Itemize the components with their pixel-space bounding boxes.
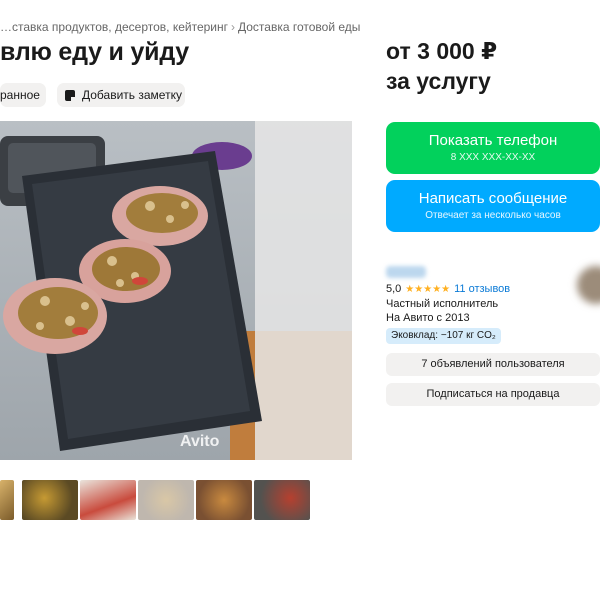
write-message-label: Написать сообщение — [418, 190, 568, 207]
avito-watermark: Avito — [180, 433, 220, 450]
favorite-button[interactable]: ранное — [0, 83, 46, 107]
thumbnail[interactable] — [80, 480, 136, 520]
response-time: Отвечает за несколько часов — [425, 210, 561, 221]
phone-mask: 8 XXX XXX-XX-XX — [450, 152, 536, 163]
add-note-label: Добавить заметку — [82, 88, 182, 102]
price-block: от 3 000 ₽ за услугу — [386, 36, 497, 96]
seller-name-blurred[interactable] — [386, 266, 426, 278]
thumbnail-strip — [0, 480, 312, 520]
add-note-button[interactable]: Добавить заметку — [57, 83, 185, 107]
subscribe-seller-button[interactable]: Подписаться на продавца — [386, 383, 600, 406]
seller-rating: 5,0 ★★★★★ 11 отзывов — [386, 283, 510, 295]
thumbnail[interactable] — [138, 480, 194, 520]
breadcrumb-separator: › — [231, 20, 235, 34]
page-title: влю еду и уйду — [0, 38, 190, 66]
price-unit: за услугу — [386, 68, 491, 94]
breadcrumb-item-catering[interactable]: …ставка продуктов, десертов, кейтеринг — [0, 20, 228, 34]
thumbnail[interactable] — [254, 480, 310, 520]
favorite-label: ранное — [0, 88, 40, 102]
price-value: от 3 000 ₽ — [386, 38, 498, 64]
rating-stars-icon: ★★★★★ — [405, 283, 451, 295]
show-phone-label: Показать телефон — [428, 132, 558, 149]
write-message-button[interactable]: Написать сообщение Отвечает за несколько… — [386, 180, 600, 232]
note-icon — [65, 89, 75, 101]
breadcrumb-item-ready-food[interactable]: Доставка готовой еды — [238, 20, 360, 34]
seller-type: Частный исполнитель — [386, 298, 499, 310]
show-phone-button[interactable]: Показать телефон 8 XXX XXX-XX-XX — [386, 122, 600, 174]
main-photo[interactable]: Avito — [0, 121, 352, 460]
reviews-link[interactable]: 11 отзывов — [454, 283, 510, 295]
thumbnail[interactable] — [22, 480, 78, 520]
avatar[interactable] — [577, 266, 600, 304]
breadcrumb: …ставка продуктов, десертов, кейтеринг › Д… — [0, 20, 360, 34]
seller-since: На Авито с 2013 — [386, 312, 470, 324]
thumbnail[interactable] — [0, 480, 14, 520]
user-ads-button[interactable]: 7 объявлений пользователя — [386, 353, 600, 376]
eco-badge[interactable]: Эковклад: −107 кг CO₂ — [386, 328, 501, 344]
rating-value: 5,0 — [386, 283, 402, 295]
thumbnail[interactable] — [196, 480, 252, 520]
food-photo-image — [0, 121, 352, 460]
